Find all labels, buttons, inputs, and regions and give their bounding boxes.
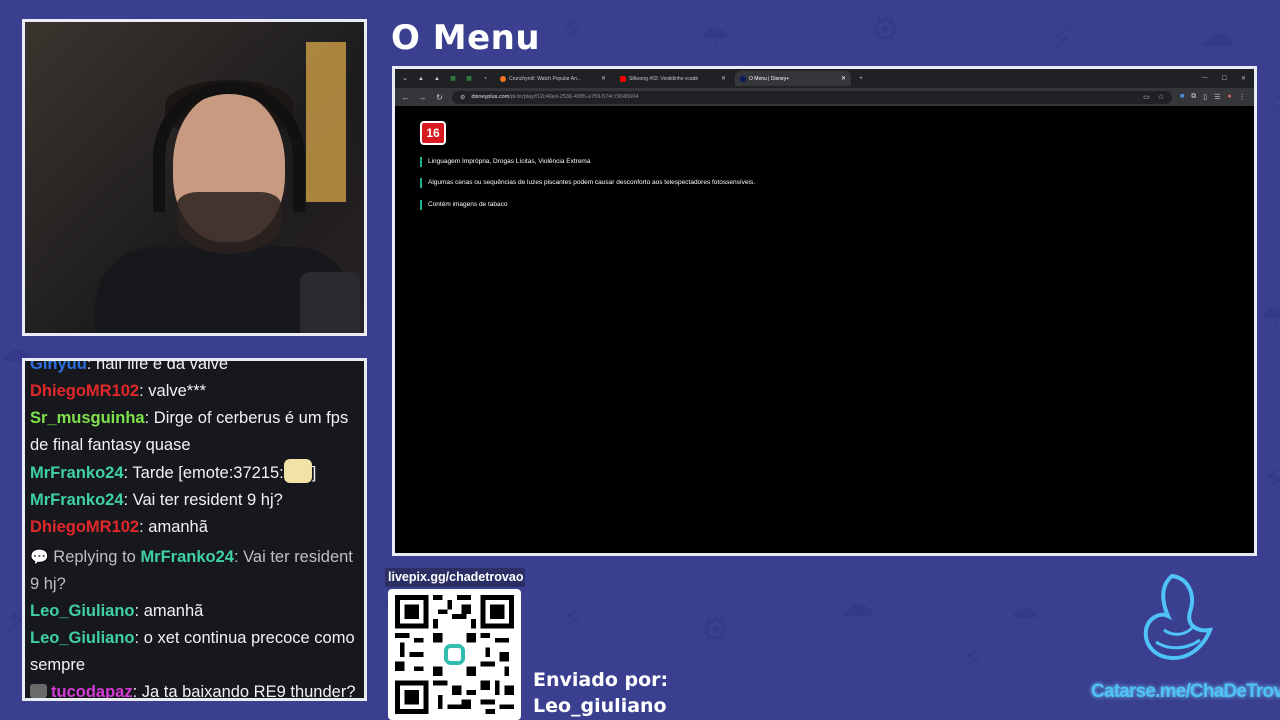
tab-label: Silksong #02: Vestidinho vcadé [629,75,699,82]
age-rating-badge: 16 [420,121,446,145]
reload-icon[interactable]: ↻ [435,93,444,102]
livepix-url: livepix.gg/chadetrovao [385,568,525,587]
bookmark-star-icon[interactable]: ☆ [1158,93,1164,101]
extensions-area: ■ ⧉ ▯ ☰ ● ⋮ [1180,93,1246,101]
chat-message: MrFranko24: Tarde [emote:37215:] [30,459,362,487]
content-advisory: Linguagem Imprópria, Drogas Lícitas, Vio… [420,157,590,167]
url-domain: disneyplus.com [471,94,510,100]
chat-text: amanhã [143,602,204,620]
maximize-icon[interactable]: ☐ [1222,75,1227,82]
disney-icon [740,75,746,82]
content-advisory: Algumas cenas ou sequências de luzes pis… [420,178,755,188]
chat-message: Leo_Giuliano: amanhã [30,602,204,620]
webcam-feed [22,19,367,336]
pinned-tab-drive-icon[interactable]: ▲ [415,73,427,85]
chat-message: DhiegoMR102: valve*** [30,382,207,400]
pinned-tab-icon[interactable]: ◔ [479,73,491,85]
pinned-tab-sheets-icon[interactable]: ▦ [463,73,475,85]
chat-username: Sr_musguinha [30,409,145,427]
close-tab-icon[interactable]: ✕ [841,75,846,82]
chat-message: Leo_Giuliano: o xet continua precoce com… [30,629,355,674]
youtube-icon [620,75,626,82]
chat-text: Ja ta baixando RE9 thunder? [141,683,356,701]
chat-username: tucodapaz [51,683,133,701]
user-badge-icon [30,684,47,698]
site-info-icon[interactable]: ⚙ [460,94,465,101]
tab-youtube[interactable]: Silksong #02: Vestidinho vcadé ✕ [615,71,731,86]
pinned-tab-sheets-icon[interactable]: ▦ [447,73,459,85]
chat-reply: 💬 Replying to MrFranko24: Vai ter reside… [30,548,353,593]
reply-prefix: Replying to [53,548,136,566]
tab-label: O Menu | Disney+ [749,75,790,82]
pinned-tab-drive-icon[interactable]: ▲ [431,73,443,85]
chat-username: Ginyuu [30,358,87,373]
chat-message: Ginyuu: half life é da valve [30,358,362,378]
chat-username: Leo_Giuliano [30,629,135,647]
chat-message: tucodapaz: Ja ta baixando RE9 thunder? [30,679,362,701]
livepix-qr-panel: livepix.gg/chadetrovao [385,568,525,720]
reply-username: MrFranko24 [140,548,234,566]
chat-text: Tarde [emote:37215: [132,464,284,482]
emote-image [283,459,312,483]
chat-username: DhiegoMR102 [30,382,140,400]
chat-panel: Ginyuu: half life é da valve DhiegoMR102… [22,358,367,701]
chat-message: DhiegoMR102: amanhã [30,518,208,536]
catarse-link: Catarse.me/ChaDeTrovao [1091,681,1280,702]
chat-text: amanhã [148,518,208,536]
donation-alert: Enviado por: Leo_giuliano [533,667,668,719]
tab-crunchyroll[interactable]: Crunchyroll: Watch Popular An... ✕ [495,71,611,86]
tab-label: Crunchyroll: Watch Popular An... [509,75,582,82]
new-tab-icon[interactable]: + [855,73,867,85]
scene-title: O Menu [391,18,541,58]
sidebar-icon[interactable]: ▯ [1203,93,1207,101]
chat-username: MrFranko24 [30,491,124,509]
close-tab-icon[interactable]: ✕ [721,75,726,82]
chat-text-suffix: ] [311,464,317,482]
sent-by-user: Leo_giuliano [533,695,667,717]
reply-icon: 💬 [30,549,49,566]
qr-code-image [388,589,521,720]
address-bar-row: ← → ↻ ⚙ disneyplus.com/pt-br/play/f12c46… [395,88,1254,106]
chat-message: Sr_musguinha: Dirge of cerberus é um fps… [30,409,349,454]
chat-text: valve*** [148,382,207,400]
chat-text: Vai ter resident 9 hj? [132,491,283,509]
extensions-puzzle-icon[interactable]: ⧉ [1191,93,1196,101]
crunchyroll-icon [500,75,506,82]
close-icon[interactable]: ✕ [1241,75,1246,82]
forward-icon[interactable]: → [418,93,427,102]
chat-username: MrFranko24 [30,464,124,482]
profile-avatar-icon[interactable]: ● [1227,93,1231,101]
download-icon[interactable]: ☰ [1214,93,1220,101]
extension-icon[interactable]: ■ [1180,93,1184,101]
close-tab-icon[interactable]: ✕ [601,75,606,82]
cast-icon[interactable]: ▭ [1143,93,1150,101]
chat-text: half life é da valve [96,358,229,373]
menu-kebab-icon[interactable]: ⋮ [1239,93,1246,101]
content-advisory: Contém imagens de tabaco [420,200,508,210]
back-icon[interactable]: ← [401,93,410,102]
sent-by-label: Enviado por: [533,669,669,691]
chat-message: MrFranko24: Vai ter resident 9 hj? [30,491,283,509]
tab-search-icon[interactable]: ⌄ [399,73,411,85]
minimize-icon[interactable]: — [1202,75,1208,82]
video-player[interactable]: 16 Linguagem Imprópria, Drogas Lícitas, … [395,106,1254,553]
chat-username: Leo_Giuliano [30,602,135,620]
browser-window: ⌄ ▲ ▲ ▦ ▦ ◔ Crunchyroll: Watch Popular A… [392,66,1257,556]
window-controls: — ☐ ✕ [1202,75,1254,82]
tab-strip: ⌄ ▲ ▲ ▦ ▦ ◔ Crunchyroll: Watch Popular A… [395,69,1254,88]
url-field[interactable]: ⚙ disneyplus.com/pt-br/play/f12c46ed-253… [452,90,1172,104]
chat-username: DhiegoMR102 [30,518,140,536]
tab-disney[interactable]: O Menu | Disney+ ✕ [735,71,851,86]
catarse-logo-icon [1143,573,1214,661]
url-path: /pt-br/play/f12c46ed-2536-4995-a759-574c… [509,94,639,100]
